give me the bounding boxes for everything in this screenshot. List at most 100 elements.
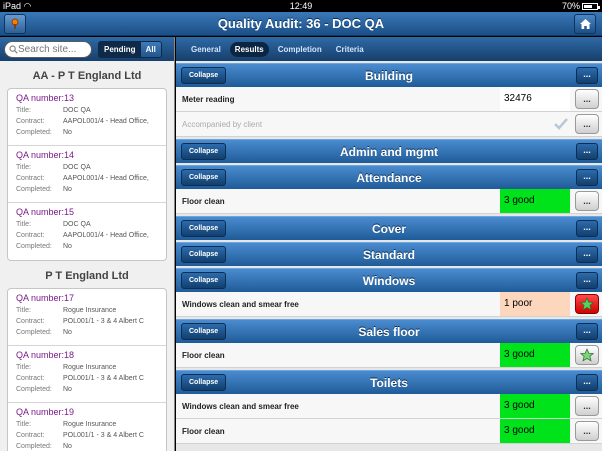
row-more-button[interactable]: ... [575,396,599,416]
answer-value[interactable]: 3 good [500,343,570,367]
qa-number[interactable]: QA number:15 [16,207,166,217]
field-contract: Contract: AAPOL001/4 - Head Office, [16,116,166,127]
section-more-button[interactable]: ... [576,323,598,340]
field-label: Contract: [16,232,45,239]
field-completed: Completed: No [16,184,166,195]
question-label: Floor clean [182,351,225,360]
field-contract: Contract: POL001/1 - 3 & 4 Albert C [16,430,166,441]
home-icon [579,19,591,29]
answer-value[interactable]: 3 good [500,189,570,213]
title-bar: Quality Audit: 36 - DOC QA [0,12,602,36]
section-more-button[interactable]: ... [576,169,598,186]
results-panel: Collapse Building... Meter reading 32476...… [176,61,602,451]
section-header: Collapse Attendance... [176,165,602,189]
audit-list-item[interactable]: QA number:19 Title: Rogue Insurance Contrac… [8,403,166,451]
question-row: Floor clean 3 good... [176,189,602,214]
section-header: Collapse Cover... [176,216,602,240]
question-label: Meter reading [182,95,235,104]
qa-number[interactable]: QA number:14 [16,150,166,160]
section-title: Admin and mgmt [340,145,438,159]
tab-completion[interactable]: Completion [273,42,327,57]
audit-list-item[interactable]: QA number:18 Title: Rogue Insurance Contrac… [8,346,166,403]
star-button[interactable] [575,345,599,365]
field-value: AAPOL001/4 - Head Office, [63,232,149,239]
audit-groups: AA - P T England Ltd QA number:13 Title: DO… [0,61,174,451]
star-icon [580,348,594,362]
field-title: Title: DOC QA [16,219,166,230]
field-title: Title: Rogue Insurance [16,362,166,373]
section-title: Building [365,69,413,83]
search-field[interactable] [4,40,92,58]
field-contract: Contract: POL001/1 - 3 & 4 Albert C [16,316,166,327]
field-value: DOC QA [63,221,91,228]
qa-number[interactable]: QA number:13 [16,93,166,103]
status-bar: iPad ◠ 12:49 70% [0,0,602,12]
sidebar-toolbar: Pending All [0,37,174,61]
audit-list-sidebar: Pending All AA - P T England Ltd QA numbe… [0,37,175,451]
audit-list-item[interactable]: QA number:17 Title: Rogue Insurance Contrac… [8,289,166,346]
tab-results[interactable]: Results [229,41,269,57]
search-input[interactable] [18,43,88,55]
row-more-button[interactable]: ... [575,89,599,109]
field-label: Title: [16,164,31,171]
qa-number[interactable]: QA number:17 [16,293,166,303]
filter-pending[interactable]: Pending [99,41,141,57]
row-more-button[interactable]: ... [575,421,599,441]
field-label: Title: [16,307,31,314]
audit-list-item[interactable]: QA number:13 Title: DOC QA Contract: AAPOL00… [8,89,166,146]
tab-criteria[interactable]: Criteria [331,42,369,57]
question-row: Floor clean 3 good [176,343,602,368]
row-more-button[interactable]: ... [575,114,599,134]
section-more-button[interactable]: ... [576,246,598,263]
star-button[interactable] [575,294,599,314]
field-label: Completed: [16,443,52,450]
audit-list-item[interactable]: QA number:14 Title: DOC QA Contract: AAPOL00… [8,146,166,203]
field-value: AAPOL001/4 - Head Office, [63,175,149,182]
field-contract: Contract: AAPOL001/4 - Head Office, [16,230,166,241]
field-title: Title: Rogue Insurance [16,419,166,430]
field-value: Rogue Insurance [63,421,117,428]
section-more-button[interactable]: ... [576,220,598,237]
field-value: Rogue Insurance [63,307,117,314]
row-more-button[interactable]: ... [575,191,599,211]
tab-general[interactable]: General [186,42,226,57]
section-header: Collapse Sales floor... [176,319,602,343]
section-more-button[interactable]: ... [576,67,598,84]
field-value: No [63,443,72,450]
qa-number[interactable]: QA number:18 [16,350,166,360]
field-title: Title: DOC QA [16,105,166,116]
field-completed: Completed: No [16,127,166,138]
section-header: Collapse Toilets... [176,370,602,394]
section-title: Standard [362,248,415,262]
qa-number[interactable]: QA number:19 [16,407,166,417]
section-more-button[interactable]: ... [576,272,598,289]
question-row: Accompanied by client... [176,112,602,137]
field-value: POL001/1 - 3 & 4 Albert C [63,432,144,439]
field-contract: Contract: AAPOL001/4 - Head Office, [16,173,166,184]
field-value: No [63,186,72,193]
answer-value[interactable]: 3 good [500,394,570,418]
search-icon [9,44,18,54]
question-row: Floor clean 3 good... [176,419,602,444]
audit-list-item[interactable]: QA number:15 Title: DOC QA Contract: AAPOL00… [8,203,166,260]
clock: 12:49 [289,1,313,11]
checkmark-icon[interactable] [554,117,568,131]
answer-value[interactable]: 32476 [500,87,570,111]
section-more-button[interactable]: ... [576,143,598,160]
field-value: No [63,386,72,393]
answer-value[interactable]: 3 good [500,419,570,443]
field-value: No [63,243,72,250]
field-completed: Completed: No [16,384,166,395]
home-button[interactable] [574,14,596,34]
section-more-button[interactable]: ... [576,374,598,391]
audit-card: QA number:13 Title: DOC QA Contract: AAPOL00… [7,88,167,261]
section-title: Windows [362,274,416,288]
filter-all[interactable]: All [140,41,161,57]
question-label: Floor clean [182,197,225,206]
answer-value[interactable]: 1 poor [500,292,570,316]
field-label: Contract: [16,318,45,325]
audit-card: QA number:17 Title: Rogue Insurance Contrac… [7,288,167,451]
question-row: Windows clean and smear free 3 good... [176,394,602,419]
field-title: Title: DOC QA [16,162,166,173]
field-value: No [63,329,72,336]
